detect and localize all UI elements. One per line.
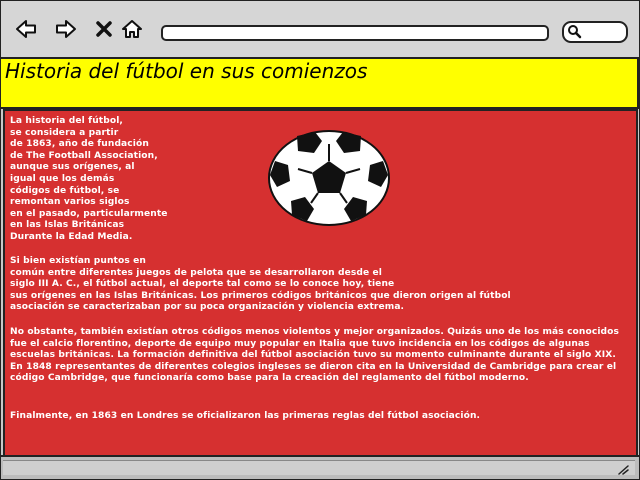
content-paragraph: No obstante, también existían otros códi… xyxy=(10,327,620,384)
resize-grip-icon[interactable] xyxy=(617,465,629,475)
content-paragraph: Finalmente, en 1863 en Londres se oficia… xyxy=(10,411,481,421)
arrow-right-icon xyxy=(56,20,76,38)
status-bar xyxy=(1,455,639,479)
browser-window: Historia del fútbol en sus comienzos La … xyxy=(0,0,640,480)
soccer-ball-image xyxy=(268,130,390,226)
intro-paragraph: La historia del fútbol, se considera a p… xyxy=(10,116,168,242)
forward-button[interactable] xyxy=(55,18,77,40)
home-icon xyxy=(122,20,142,38)
search-icon xyxy=(568,25,582,39)
content-paragraph: Si bien existían puntos en común entre d… xyxy=(10,256,511,313)
address-bar[interactable] xyxy=(161,25,549,41)
close-icon xyxy=(96,21,112,37)
back-button[interactable] xyxy=(15,18,37,40)
stop-button[interactable] xyxy=(93,18,115,40)
title-banner: Historia del fútbol en sus comienzos xyxy=(1,57,639,109)
content-area: La historia del fútbol, se considera a p… xyxy=(3,109,638,457)
search-input[interactable] xyxy=(562,21,628,43)
home-button[interactable] xyxy=(121,18,143,40)
page-title: Historia del fútbol en sus comienzos xyxy=(5,59,368,83)
arrow-left-icon xyxy=(16,20,36,38)
horizontal-scrollbar[interactable] xyxy=(3,460,635,475)
browser-toolbar xyxy=(1,1,639,59)
